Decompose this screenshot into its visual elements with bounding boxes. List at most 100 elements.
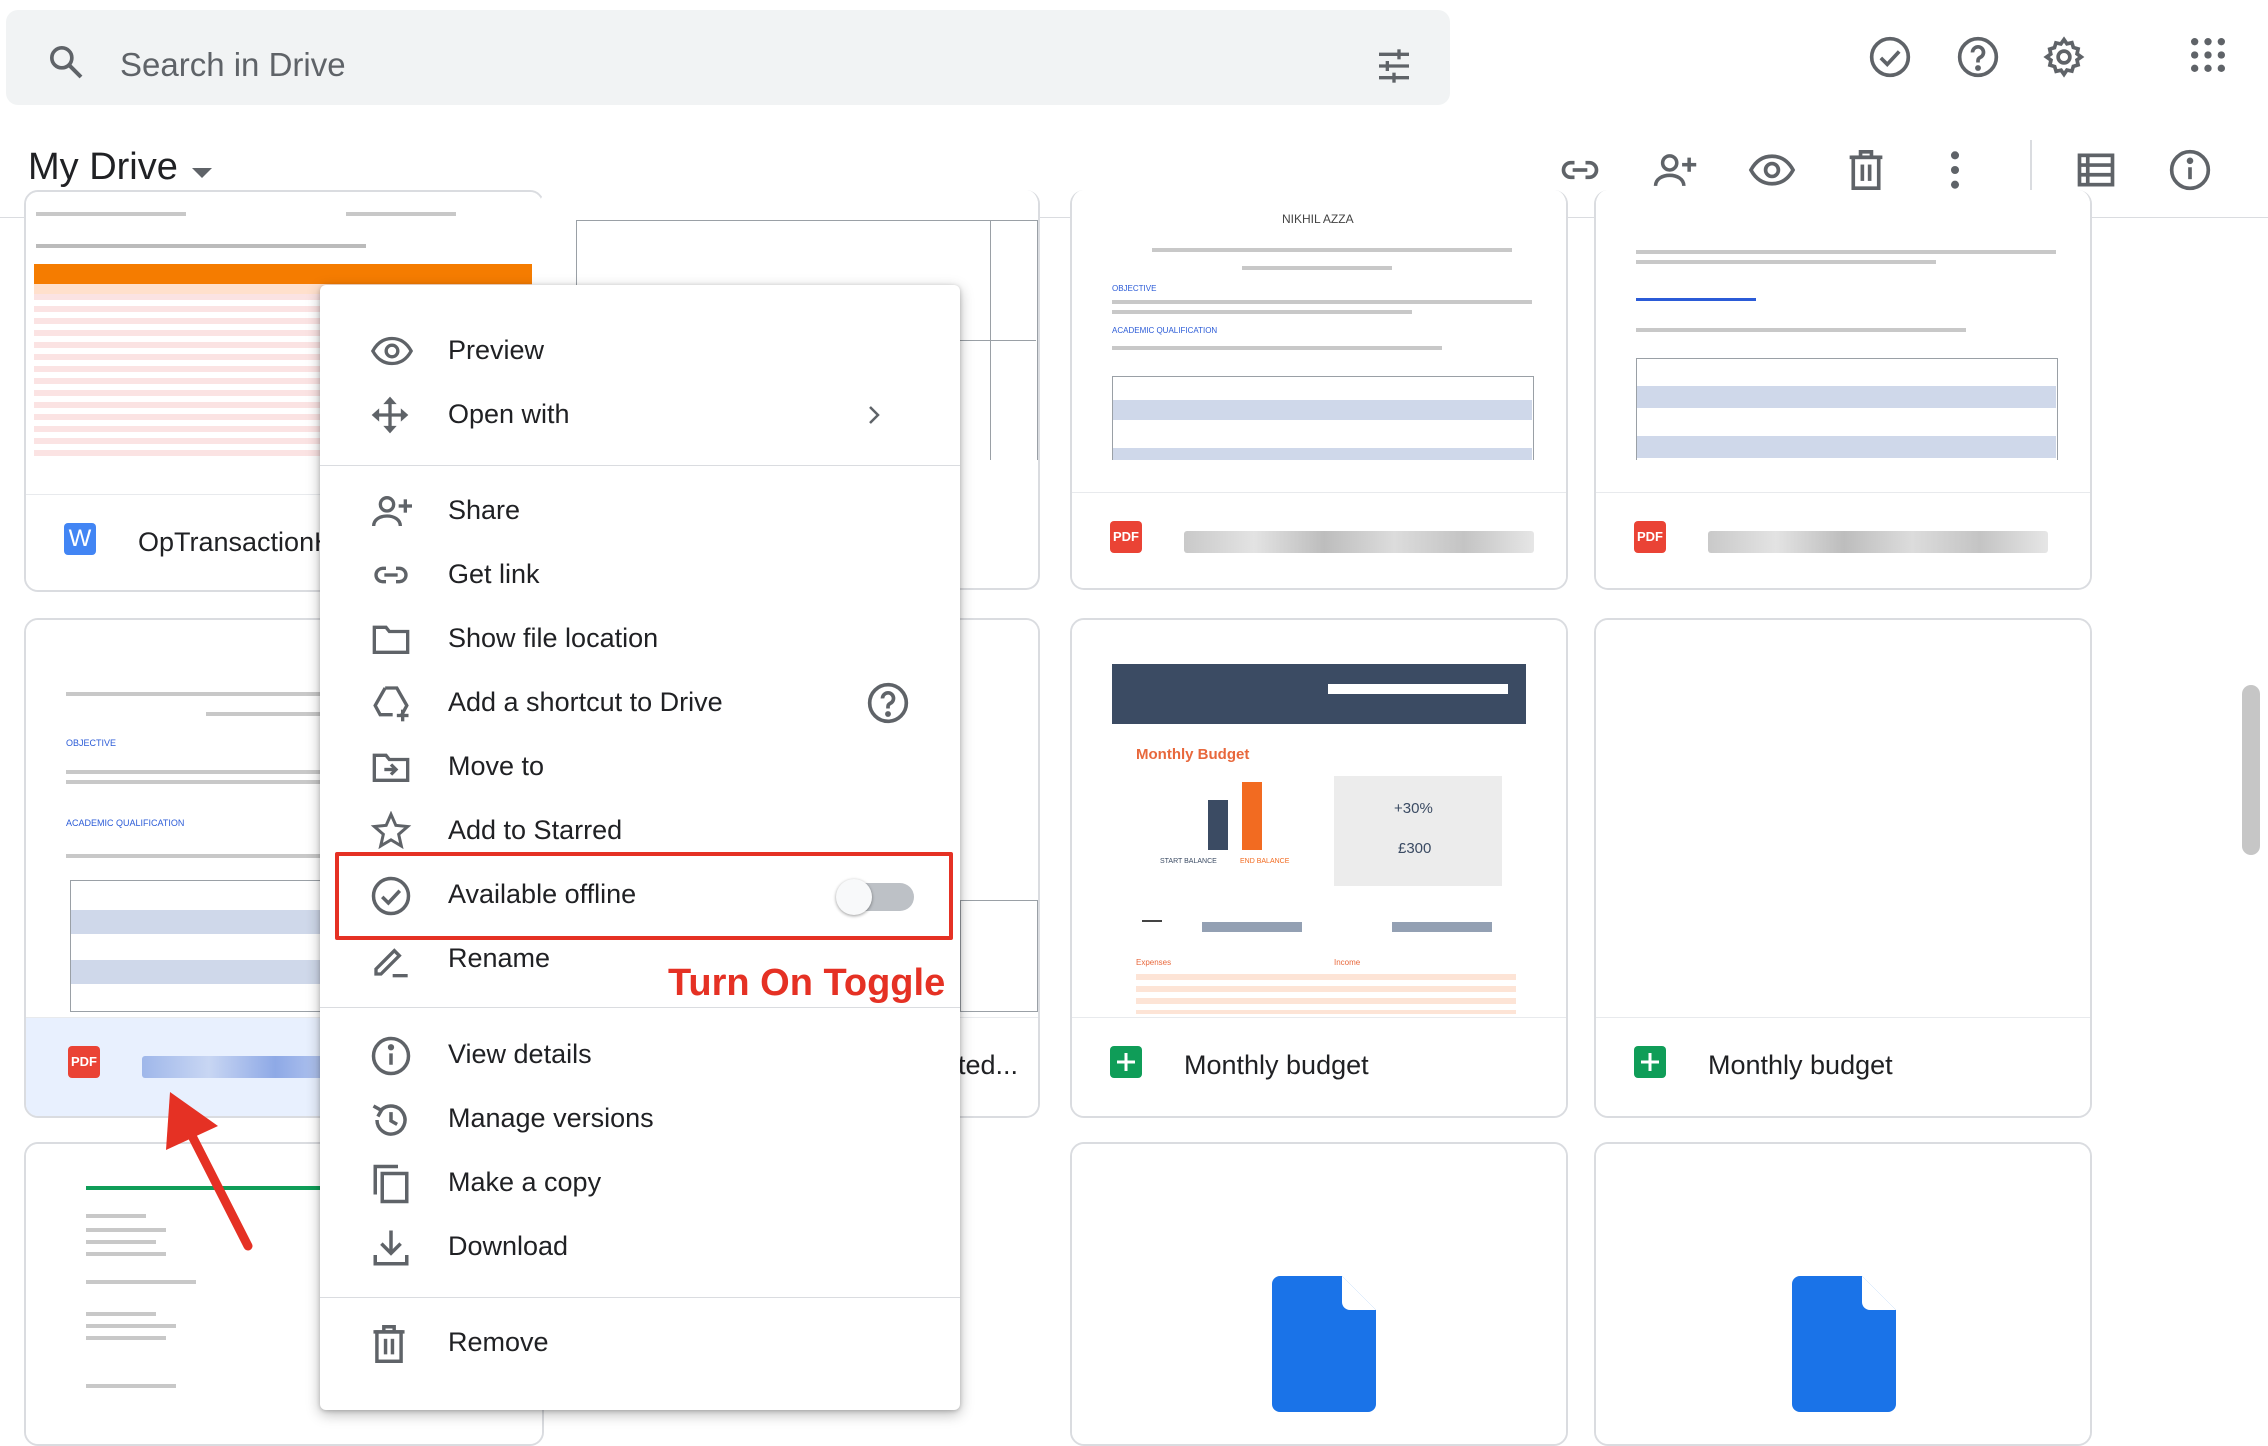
file-thumbnail xyxy=(1596,190,2090,460)
file-footer[interactable]: PDF xyxy=(1596,492,2090,588)
menu-item-label: Add a shortcut to Drive xyxy=(448,687,723,717)
chevron-down-icon[interactable] xyxy=(190,166,214,185)
budget-amount: £300 xyxy=(1398,840,1432,857)
help-icon[interactable] xyxy=(866,681,910,730)
menu-divider xyxy=(320,465,960,466)
menu-item-show-file-location[interactable]: Show file location xyxy=(320,609,960,669)
sheets-icon xyxy=(1634,1046,1666,1078)
search-input[interactable]: Search in Drive xyxy=(120,46,346,84)
page-title[interactable]: My Drive xyxy=(28,146,178,189)
ready-for-offline-icon[interactable] xyxy=(1868,35,1912,84)
info-icon xyxy=(370,1035,411,1076)
menu-item-label: Make a copy xyxy=(448,1167,602,1197)
file-name: Monthly budget xyxy=(1708,1050,1893,1080)
menu-item-label: Preview xyxy=(448,335,545,365)
menu-item-preview[interactable]: Preview xyxy=(320,321,960,381)
menu-item-download[interactable]: Download xyxy=(320,1217,960,1277)
toolbar-divider xyxy=(2030,140,2032,196)
menu-item-share[interactable]: Share xyxy=(320,481,960,541)
sheets-icon xyxy=(1110,1046,1142,1078)
menu-item-label: Move to xyxy=(448,751,545,781)
annotation-arrow-icon xyxy=(160,1092,260,1257)
pdf-icon: PDF xyxy=(68,1046,100,1078)
start-balance-label: START BALANCE xyxy=(1160,858,1217,865)
blurred-file-name xyxy=(142,1056,342,1078)
blurred-file-name xyxy=(1708,531,2048,553)
menu-divider xyxy=(320,1297,960,1298)
menu-item-label: View details xyxy=(448,1039,592,1069)
pdf-icon: PDF xyxy=(1634,521,1666,553)
menu-item-move-to[interactable]: Move to xyxy=(320,737,960,797)
objective-heading: OBJECTIVE xyxy=(1112,284,1157,293)
menu-item-label: Show file location xyxy=(448,623,659,653)
file-card[interactable] xyxy=(1070,1142,1568,1446)
file-name: Monthly budget xyxy=(1184,1050,1369,1080)
link-icon xyxy=(370,555,410,595)
context-menu: Preview Open with Share Get link Show fi… xyxy=(320,285,960,1410)
menu-item-label: Share xyxy=(448,495,521,525)
search-icon[interactable] xyxy=(46,42,86,87)
apps-grid-icon[interactable] xyxy=(2188,35,2228,80)
menu-item-label: Get link xyxy=(448,559,540,589)
file-thumbnail xyxy=(1072,1144,1566,1444)
folder-icon xyxy=(370,619,410,659)
trash-icon xyxy=(370,1323,410,1363)
annotation-highlight-box xyxy=(335,852,953,940)
scrollbar-thumb[interactable] xyxy=(2242,685,2260,855)
file-card[interactable]: Monthly Budget START BALANCE END BALANCE… xyxy=(1070,618,1568,1118)
info-icon[interactable] xyxy=(2168,148,2212,197)
file-name: OpTransactionH xyxy=(138,527,334,557)
file-card[interactable]: PDF xyxy=(1594,190,2092,590)
menu-item-label: Manage versions xyxy=(448,1103,654,1133)
menu-item-manage-versions[interactable]: Manage versions xyxy=(320,1089,960,1149)
star-icon xyxy=(370,810,412,851)
menu-item-label: Remove xyxy=(448,1327,549,1357)
file-card[interactable] xyxy=(1594,1142,2092,1446)
search-bar[interactable]: Search in Drive xyxy=(6,10,1450,105)
income-label: Income xyxy=(1334,958,1361,967)
open-with-move-icon xyxy=(370,395,410,435)
menu-item-open-with[interactable]: Open with xyxy=(320,385,960,445)
file-name: ted... xyxy=(958,1050,1019,1080)
menu-item-view-details[interactable]: View details xyxy=(320,1025,960,1085)
file-thumbnail xyxy=(1596,620,2090,1018)
menu-item-label: Add to Starred xyxy=(448,815,623,845)
pencil-icon xyxy=(370,939,410,979)
menu-item-label: Download xyxy=(448,1231,569,1261)
resume-name: NIKHIL AZZA xyxy=(1282,212,1354,226)
file-thumbnail: Monthly Budget START BALANCE END BALANCE… xyxy=(1072,620,1566,1018)
annotation-text: Turn On Toggle xyxy=(668,962,946,1004)
blurred-file-name xyxy=(1184,531,1534,553)
eye-icon xyxy=(370,331,414,371)
search-options-icon[interactable] xyxy=(1374,46,1414,91)
academic-heading: ACADEMIC QUALIFICATION xyxy=(1112,326,1218,335)
google-doc-icon xyxy=(1272,1276,1376,1417)
budget-title: Monthly Budget xyxy=(1136,746,1250,763)
menu-item-add-shortcut[interactable]: Add a shortcut to Drive xyxy=(320,673,960,733)
file-footer[interactable]: PDF xyxy=(1072,492,1566,588)
pdf-icon: PDF xyxy=(1110,521,1142,553)
move-to-folder-icon xyxy=(370,747,410,787)
copy-icon xyxy=(370,1163,410,1204)
help-icon[interactable] xyxy=(1956,35,2000,84)
menu-item-make-a-copy[interactable]: Make a copy xyxy=(320,1153,960,1213)
download-icon xyxy=(370,1227,410,1267)
menu-item-label: Rename xyxy=(448,943,551,973)
add-shortcut-drive-icon xyxy=(370,683,410,723)
share-add-person-icon xyxy=(370,491,412,531)
file-thumbnail: NIKHIL AZZA OBJECTIVE ACADEMIC QUALIFICA… xyxy=(1072,190,1566,460)
budget-percent: +30% xyxy=(1394,800,1433,817)
menu-item-label: Open with xyxy=(448,399,570,429)
settings-gear-icon[interactable] xyxy=(2042,35,2086,84)
end-balance-label: END BALANCE xyxy=(1240,858,1290,865)
menu-item-get-link[interactable]: Get link xyxy=(320,545,960,605)
file-footer[interactable]: Monthly budget xyxy=(1072,1017,1566,1116)
menu-item-remove[interactable]: Remove xyxy=(320,1313,960,1373)
file-footer[interactable]: Monthly budget xyxy=(1596,1017,2090,1116)
academic-heading: ACADEMIC QUALIFICATION xyxy=(66,818,185,828)
history-icon xyxy=(370,1099,410,1139)
objective-heading: OBJECTIVE xyxy=(66,738,117,748)
file-thumbnail xyxy=(1596,1144,2090,1444)
file-card[interactable]: NIKHIL AZZA OBJECTIVE ACADEMIC QUALIFICA… xyxy=(1070,190,1568,590)
file-card[interactable]: Monthly budget xyxy=(1594,618,2092,1118)
